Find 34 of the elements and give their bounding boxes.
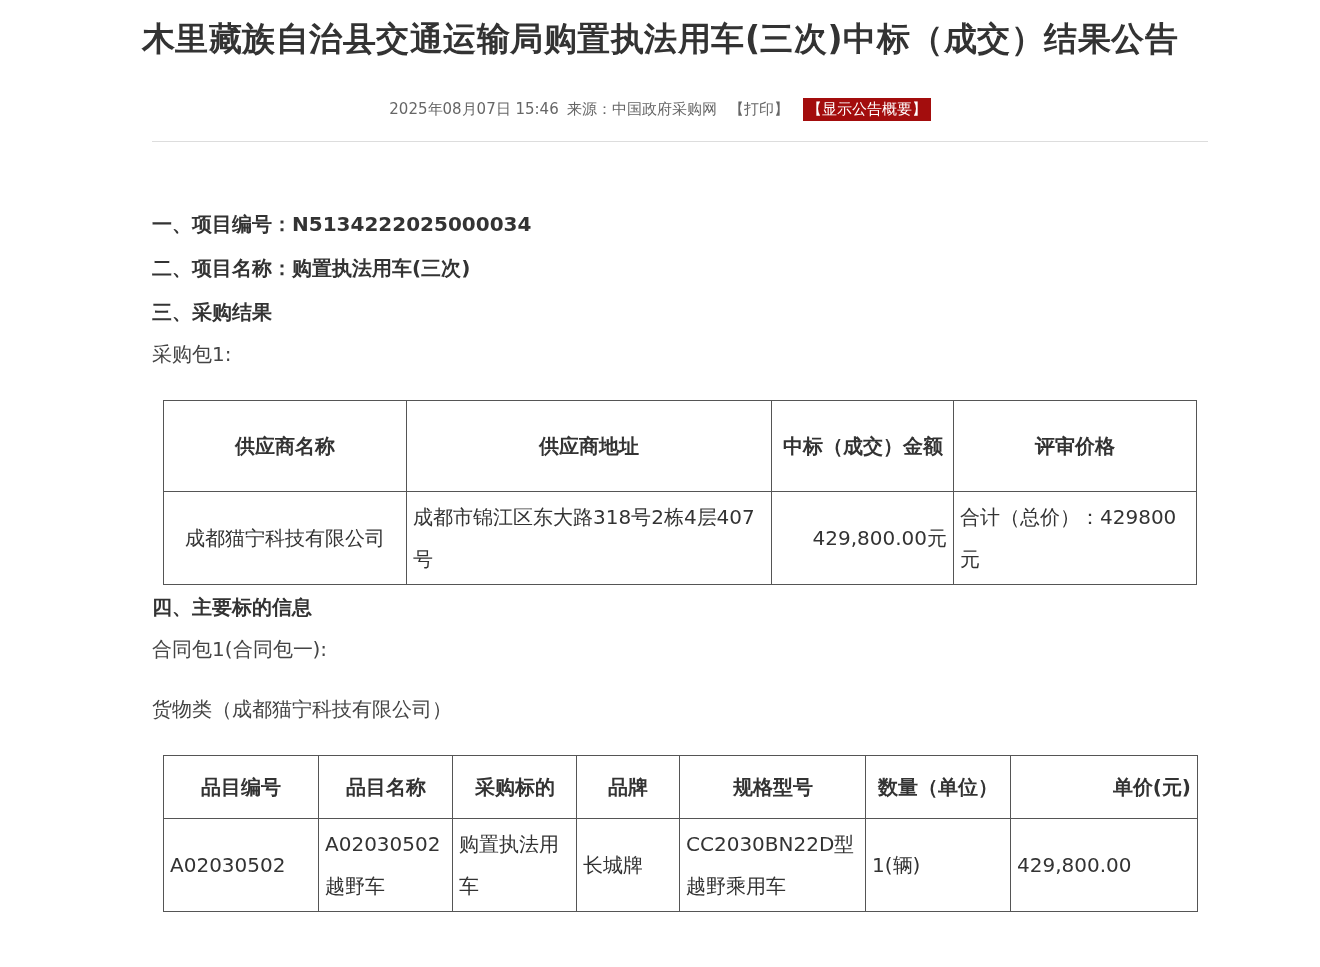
column-header: 供应商名称 — [163, 400, 407, 492]
column-header: 品牌 — [576, 755, 680, 819]
column-header: 供应商地址 — [406, 400, 772, 492]
table-cell: 成都猫宁科技有限公司 — [163, 491, 407, 585]
paragraph-text: 采购包1: — [152, 341, 233, 368]
table-cell: 购置执法用车 — [452, 818, 577, 912]
table-cell: 成都市锦江区东大路318号2栋4层407号 — [406, 491, 772, 585]
paragraph-text: 货物类（成都猫宁科技有限公司） — [152, 696, 453, 723]
column-header: 评审价格 — [953, 400, 1197, 492]
column-header: 品目名称 — [318, 755, 453, 819]
column-header: 数量（单位） — [865, 755, 1011, 819]
show-summary-button[interactable]: 【显示公告概要】 — [802, 98, 931, 121]
column-header: 规格型号 — [679, 755, 866, 819]
column-header: 单价(元) — [1010, 755, 1198, 819]
section-heading: 三、采购结果 — [152, 299, 273, 326]
page-title: 木里藏族自治县交通运输局购置执法用车(三次)中标（成交）结果公告 — [140, 18, 1180, 60]
column-header: 中标（成交）金额 — [771, 400, 954, 492]
column-header: 采购标的 — [452, 755, 577, 819]
column-header: 品目编号 — [163, 755, 319, 819]
source-text: 来源：中国政府采购网 — [566, 100, 717, 119]
table-cell: CC2030BN22D型越野乘用车 — [679, 818, 866, 912]
table-cell: A02030502越野车 — [318, 818, 453, 912]
table-cell: A02030502 — [163, 818, 319, 912]
table-cell: 长城牌 — [576, 818, 680, 912]
print-link[interactable]: 【打印】 — [728, 100, 789, 119]
section-heading: 四、主要标的信息 — [152, 594, 313, 621]
table-cell: 合计（总价）：429800元 — [953, 491, 1197, 585]
publish-date: 2025年08月07日 15:46 — [389, 100, 559, 119]
table-cell: 1(辆) — [865, 818, 1011, 912]
paragraph-text: 合同包1(合同包一): — [152, 636, 329, 663]
table-cell: 429,800.00元 — [771, 491, 954, 585]
table-cell: 429,800.00 — [1010, 818, 1198, 912]
section-heading: 一、项目编号：N5134222025000034 — [152, 211, 533, 238]
section-heading: 二、项目名称：购置执法用车(三次) — [152, 255, 472, 282]
